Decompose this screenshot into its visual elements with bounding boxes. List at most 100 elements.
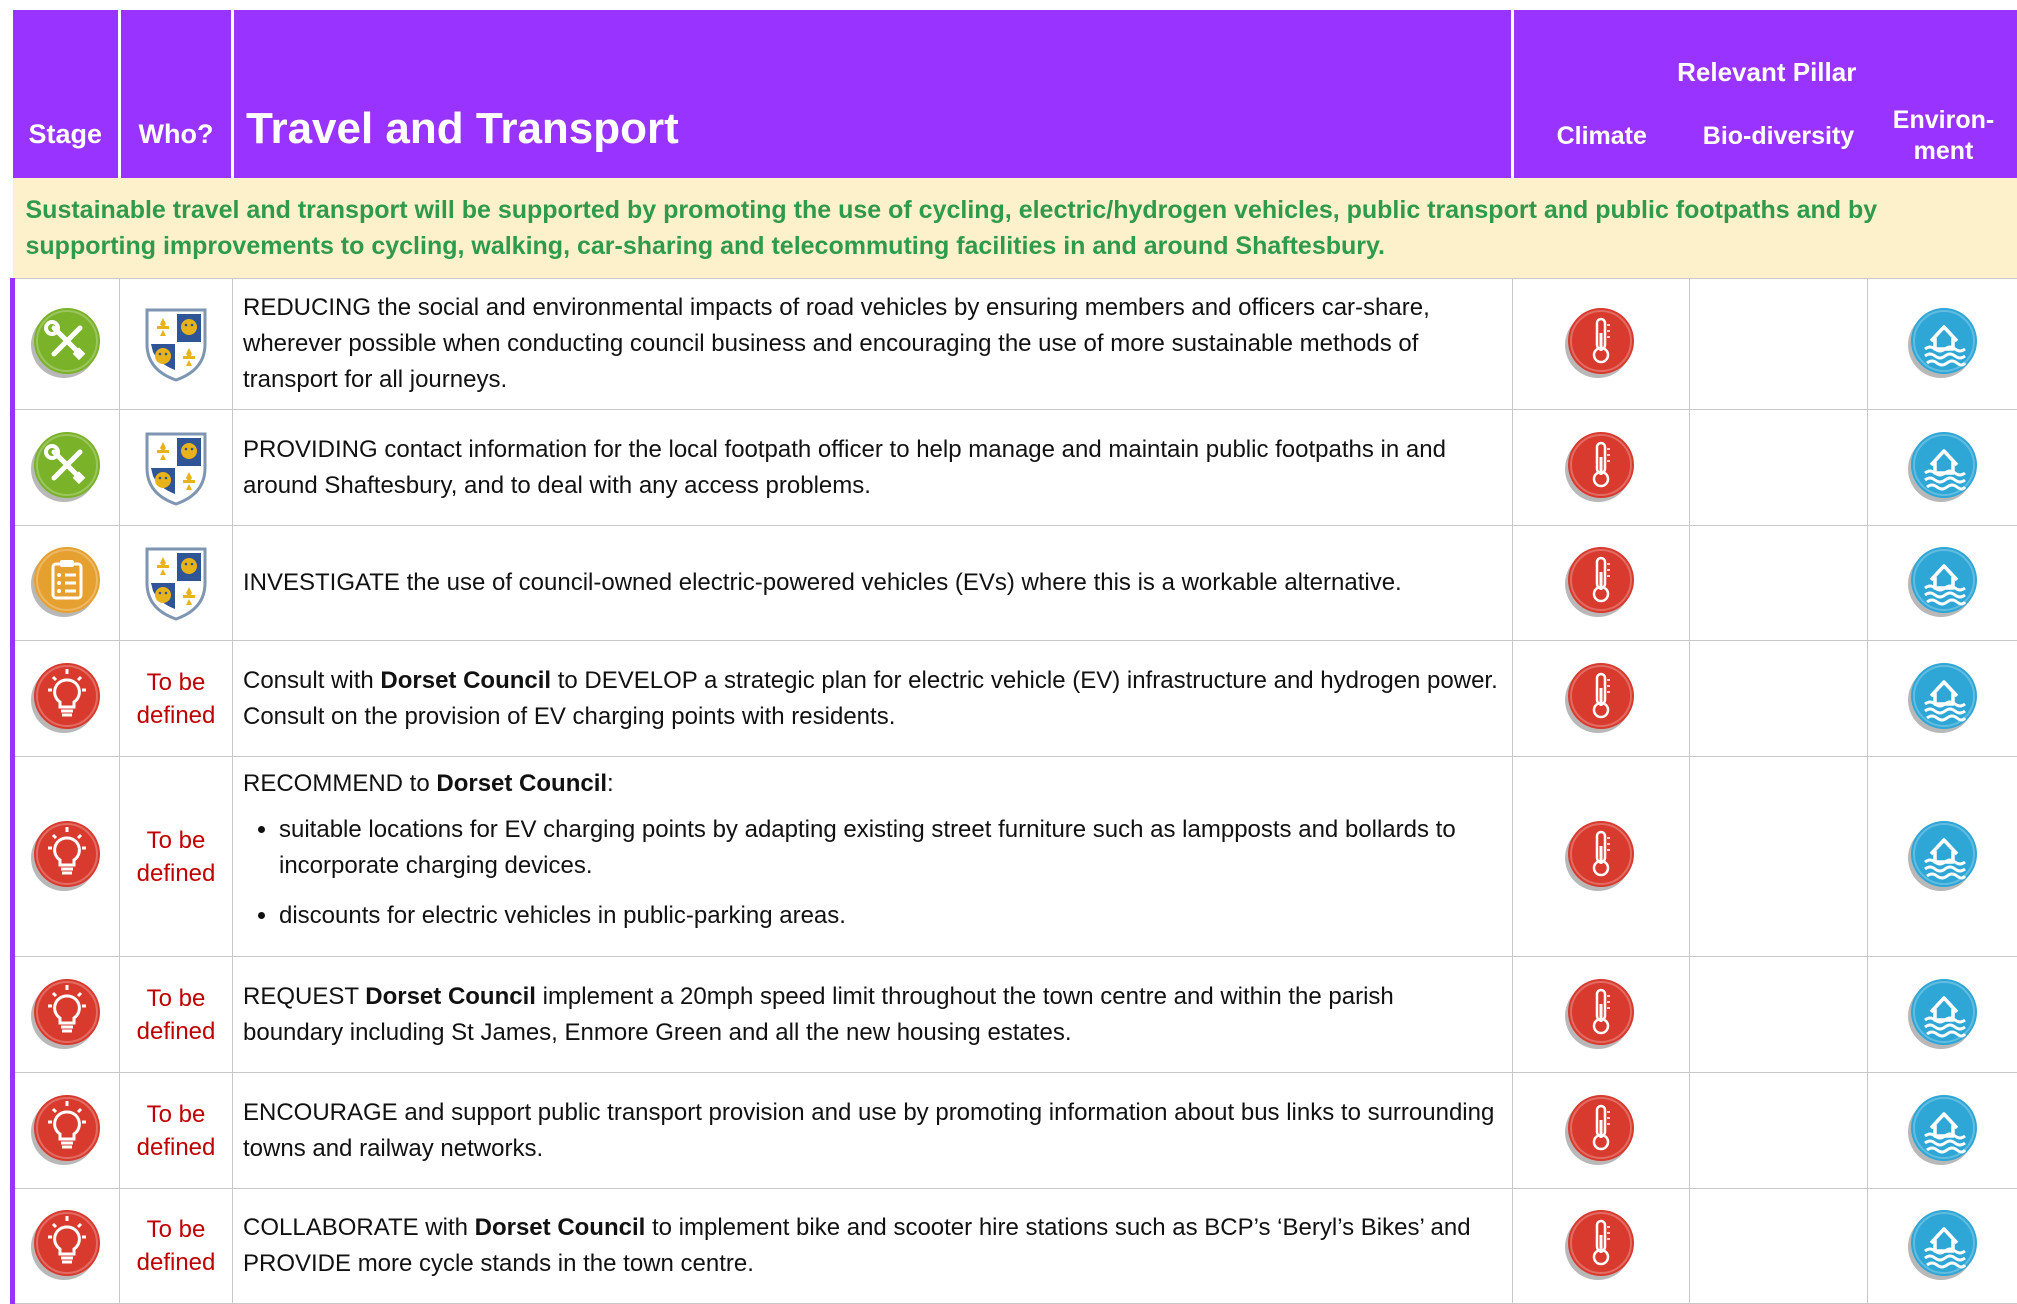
council-crest-icon: [141, 428, 211, 508]
action-text-lead: INVESTIGATE the use of council-owned ele…: [243, 569, 1402, 596]
flood-house-icon: [1905, 544, 1983, 622]
intro-row: Sustainable travel and transport will be…: [13, 178, 2017, 279]
header-climate: Climate: [1513, 94, 1690, 178]
biodiversity-cell: [1690, 957, 1868, 1073]
header-stage: Stage: [13, 10, 120, 178]
environment-cell: [1868, 1189, 2017, 1304]
thermometer-icon: [1562, 544, 1640, 622]
header-relevant-pillar: Relevant Pillar: [1513, 10, 2017, 94]
who-label: To be defined: [131, 982, 221, 1048]
stage-cell: [13, 1073, 120, 1189]
who-cell: To be defined: [120, 757, 233, 957]
action-text: REQUEST Dorset Council implement a 20mph…: [233, 957, 1513, 1073]
who-cell: To be defined: [120, 641, 233, 757]
action-text: PROVIDING contact information for the lo…: [233, 410, 1513, 526]
biodiversity-cell: [1690, 526, 1868, 641]
table-row: INVESTIGATE the use of council-owned ele…: [13, 526, 2017, 641]
environment-cell: [1868, 757, 2017, 957]
stage-cell: [13, 957, 120, 1073]
organisation-name: Dorset Council: [436, 770, 607, 797]
who-cell: To be defined: [120, 957, 233, 1073]
table-row: To be definedENCOURAGE and support publi…: [13, 1073, 2017, 1189]
who-label: To be defined: [131, 1213, 221, 1279]
stage-cell: [13, 279, 120, 410]
environment-cell: [1868, 410, 2017, 526]
flood-house-icon: [1905, 1092, 1983, 1170]
table-row: To be definedCOLLABORATE with Dorset Cou…: [13, 1189, 2017, 1304]
intro-text: Sustainable travel and transport will be…: [13, 178, 2017, 279]
thermometer-icon: [1562, 660, 1640, 738]
environment-cell: [1868, 526, 2017, 641]
who-cell: To be defined: [120, 1073, 233, 1189]
biodiversity-cell: [1690, 1189, 1868, 1304]
header-biodiversity: Bio-diversity: [1690, 94, 1868, 178]
who-cell: [120, 410, 233, 526]
stage-cell: [13, 1189, 120, 1304]
thermometer-icon: [1562, 1207, 1640, 1285]
stage-cell: [13, 757, 120, 957]
table-row: To be definedConsult with Dorset Council…: [13, 641, 2017, 757]
climate-cell: [1513, 410, 1690, 526]
action-text: ENCOURAGE and support public transport p…: [233, 1073, 1513, 1189]
action-text-lead: REDUCING the social and environmental im…: [243, 294, 1430, 393]
clipboard-icon: [28, 544, 106, 622]
table-row: REDUCING the social and environmental im…: [13, 279, 2017, 410]
header-environment: Environ-ment: [1868, 94, 2017, 178]
thermometer-icon: [1562, 818, 1640, 896]
lightbulb-icon: [28, 660, 106, 738]
council-crest-icon: [141, 304, 211, 384]
tools-icon: [28, 429, 106, 507]
action-text-rest: :: [607, 770, 614, 797]
environment-cell: [1868, 1073, 2017, 1189]
climate-cell: [1513, 757, 1690, 957]
council-crest-icon: [141, 543, 211, 623]
table-row: To be definedREQUEST Dorset Council impl…: [13, 957, 2017, 1073]
organisation-name: Dorset Council: [380, 667, 551, 694]
climate-cell: [1513, 279, 1690, 410]
header-row: Stage Who? Travel and Transport Relevant…: [13, 10, 2017, 94]
table-row: To be definedRECOMMEND to Dorset Council…: [13, 757, 2017, 957]
flood-house-icon: [1905, 660, 1983, 738]
climate-cell: [1513, 957, 1690, 1073]
flood-house-icon: [1905, 429, 1983, 507]
stage-cell: [13, 526, 120, 641]
action-plan-page: Stage Who? Travel and Transport Relevant…: [0, 0, 2017, 1301]
biodiversity-cell: [1690, 410, 1868, 526]
flood-house-icon: [1905, 305, 1983, 383]
biodiversity-cell: [1690, 641, 1868, 757]
who-label: To be defined: [131, 1098, 221, 1164]
stage-cell: [13, 641, 120, 757]
who-label: To be defined: [131, 824, 221, 890]
who-cell: To be defined: [120, 1189, 233, 1304]
table-row: PROVIDING contact information for the lo…: [13, 410, 2017, 526]
header-who: Who?: [120, 10, 233, 178]
climate-cell: [1513, 1073, 1690, 1189]
climate-cell: [1513, 1189, 1690, 1304]
action-text-lead: RECOMMEND to: [243, 770, 436, 797]
stage-cell: [13, 410, 120, 526]
flood-house-icon: [1905, 976, 1983, 1054]
action-text-lead: COLLABORATE with: [243, 1214, 475, 1241]
action-text: Consult with Dorset Council to DEVELOP a…: [233, 641, 1513, 757]
action-text: INVESTIGATE the use of council-owned ele…: [233, 526, 1513, 641]
who-cell: [120, 279, 233, 410]
who-cell: [120, 526, 233, 641]
action-text: RECOMMEND to Dorset Council:suitable loc…: [233, 757, 1513, 957]
thermometer-icon: [1562, 305, 1640, 383]
flood-house-icon: [1905, 1207, 1983, 1285]
environment-cell: [1868, 957, 2017, 1073]
flood-house-icon: [1905, 818, 1983, 896]
environment-cell: [1868, 279, 2017, 410]
action-text-lead: PROVIDING contact information for the lo…: [243, 436, 1446, 499]
action-text: REDUCING the social and environmental im…: [233, 279, 1513, 410]
thermometer-icon: [1562, 976, 1640, 1054]
climate-cell: [1513, 526, 1690, 641]
organisation-name: Dorset Council: [475, 1214, 646, 1241]
action-text: COLLABORATE with Dorset Council to imple…: [233, 1189, 1513, 1304]
climate-cell: [1513, 641, 1690, 757]
tools-icon: [28, 305, 106, 383]
who-label: To be defined: [131, 666, 221, 732]
biodiversity-cell: [1690, 279, 1868, 410]
action-text-lead: REQUEST: [243, 983, 365, 1010]
organisation-name: Dorset Council: [365, 983, 536, 1010]
